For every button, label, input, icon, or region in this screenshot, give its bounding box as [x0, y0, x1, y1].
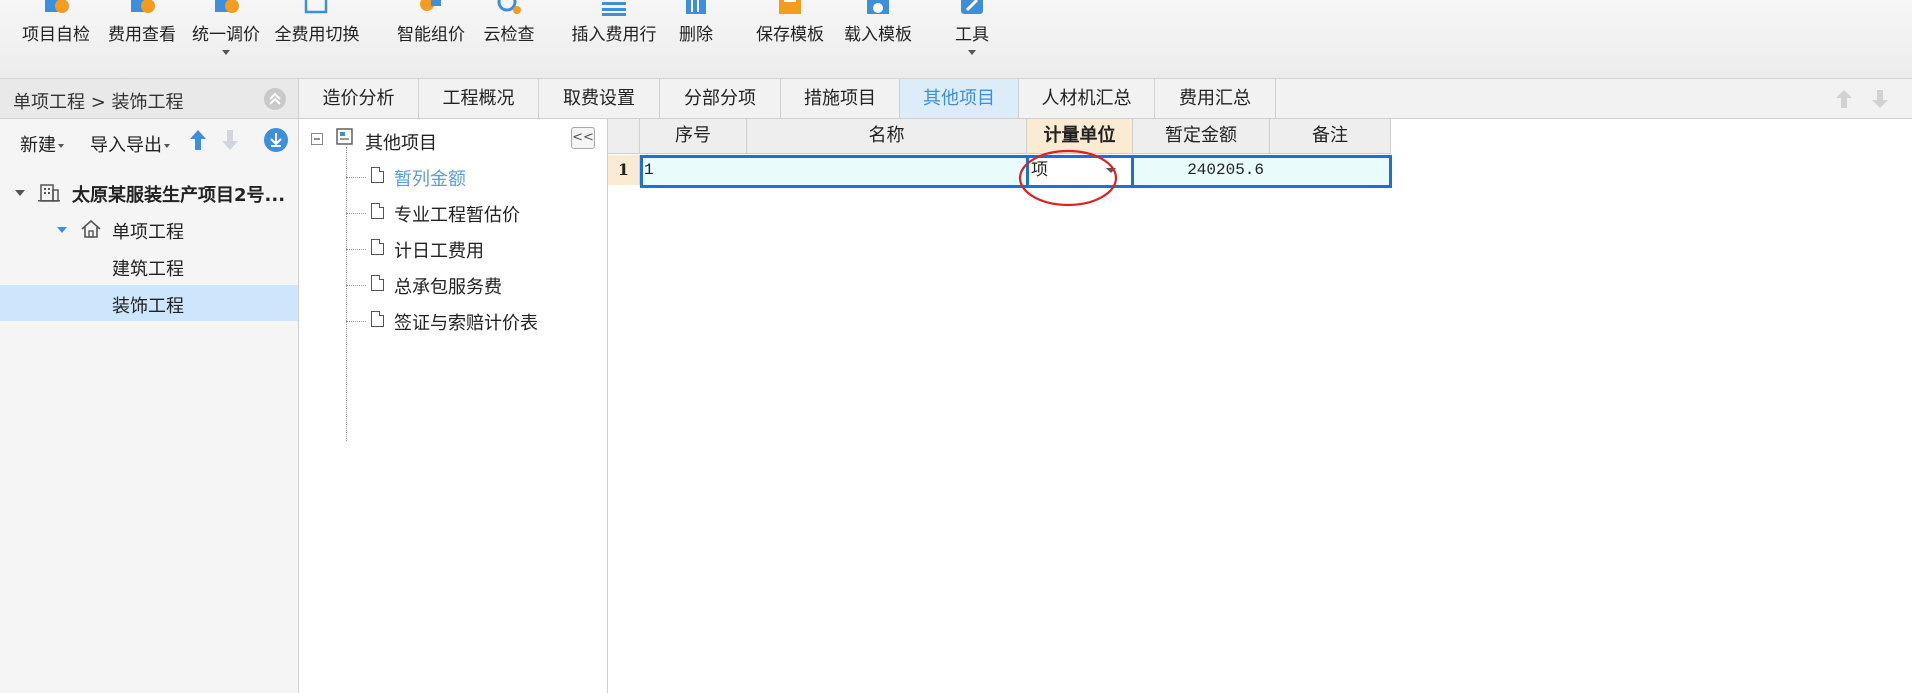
project-self-check-button[interactable]: 项目自检 — [18, 0, 94, 70]
save-template-button[interactable]: 保存模板 — [752, 0, 828, 70]
document-icon — [371, 239, 384, 255]
arrow-up-icon[interactable] — [1835, 89, 1853, 109]
column-header-name[interactable]: 名称 — [747, 119, 1027, 154]
tree-item-single-project[interactable]: 单项工程 — [0, 211, 298, 247]
collapse-panel-button[interactable]: << — [571, 127, 595, 149]
smart-price-icon — [417, 0, 445, 16]
import-export-dropdown-button[interactable]: 导入导出 — [90, 131, 170, 157]
tab-project-overview[interactable]: 工程概况 — [419, 79, 539, 118]
breadcrumb-text: 单项工程 > 装饰工程 — [13, 92, 184, 113]
tools-icon — [958, 0, 986, 16]
view-cost-icon — [128, 0, 156, 16]
tree-item-general-contract-fee[interactable]: 总承包服务费 — [394, 273, 502, 299]
building-icon — [38, 181, 60, 208]
chevron-down-icon — [58, 144, 64, 148]
tree-item-decoration-works[interactable]: 装饰工程 — [0, 285, 298, 321]
cloud-check-icon — [495, 0, 523, 16]
delete-icon — [682, 0, 710, 16]
full-cost-switch-button[interactable]: 全费用切换 — [271, 0, 363, 70]
tab-fee-settings[interactable]: 取费设置 — [539, 79, 660, 118]
view-cost-button[interactable]: 费用查看 — [104, 0, 180, 70]
arrow-down-icon[interactable] — [1871, 89, 1889, 109]
tree-item-professional-estimate[interactable]: 专业工程暂估价 — [394, 201, 520, 227]
tab-labor-material-summary[interactable]: 人材机汇总 — [1019, 79, 1155, 118]
download-icon[interactable] — [264, 128, 288, 157]
tab-cost-analysis[interactable]: 造价分析 — [299, 79, 419, 118]
tab-cost-summary[interactable]: 费用汇总 — [1155, 79, 1276, 118]
delete-button[interactable]: 删除 — [674, 0, 718, 70]
document-icon — [371, 275, 384, 291]
project-navigation-panel: 单项工程 > 装饰工程 新建 导入导出 太原某服装生产项目2号... 单项工程 … — [0, 79, 299, 693]
collapse-node-icon[interactable] — [311, 130, 323, 150]
switch-icon — [303, 0, 331, 16]
tree-item-other-items[interactable]: 其他项目 — [365, 129, 437, 155]
new-dropdown-button[interactable]: 新建 — [20, 131, 64, 157]
toolbar: 项目自检 费用查看 统一调价 全费用切换 智能组价 云检查 插入费用行 删除 保… — [0, 0, 1912, 79]
tab-sub-items[interactable]: 分部分项 — [660, 79, 781, 118]
tab-other-items[interactable]: 其他项目 — [900, 79, 1019, 118]
save-template-icon — [776, 0, 804, 16]
project-tree-toolbar: 新建 导入导出 — [0, 119, 298, 161]
load-template-icon — [864, 0, 892, 16]
document-icon — [371, 203, 384, 219]
chevron-down-icon — [968, 50, 976, 55]
tree-item-provisional-sum[interactable]: 暂列金额 — [394, 165, 466, 191]
insert-row-icon — [600, 0, 628, 16]
other-items-tree-panel: << 其他项目 暂列金额 专业工程暂估价 计日工费用 总承包服务费 签证与索赔计… — [299, 119, 608, 693]
tools-button[interactable]: 工具 — [950, 0, 994, 70]
corner-header — [608, 119, 640, 154]
column-header-seq[interactable]: 序号 — [640, 119, 747, 154]
document-icon — [371, 167, 384, 183]
insert-cost-row-button[interactable]: 插入费用行 — [566, 0, 662, 70]
document-icon — [371, 311, 384, 327]
load-template-button[interactable]: 载入模板 — [840, 0, 916, 70]
unified-price-adjust-button[interactable]: 统一调价 — [188, 0, 264, 70]
module-tabs: 造价分析 工程概况 取费设置 分部分项 措施项目 其他项目 人材机汇总 费用汇总 — [299, 79, 1912, 119]
annotation-circle — [1018, 149, 1118, 207]
chevron-down-icon — [164, 144, 170, 148]
row-number[interactable]: 1 — [608, 155, 640, 185]
tree-item-building-works[interactable]: 建筑工程 — [0, 248, 298, 284]
tree-item-visa-claims[interactable]: 签证与索赔计价表 — [394, 309, 538, 335]
column-header-amount[interactable]: 暂定金额 — [1133, 119, 1270, 154]
adjust-price-icon — [212, 0, 240, 16]
breadcrumb: 单项工程 > 装饰工程 — [0, 79, 298, 119]
home-icon — [80, 218, 102, 245]
chevron-down-icon — [222, 50, 230, 55]
cloud-check-button[interactable]: 云检查 — [477, 0, 541, 70]
collapse-up-icon[interactable] — [264, 88, 286, 110]
tree-item-project-root[interactable]: 太原某服装生产项目2号... — [0, 174, 298, 210]
column-header-remark[interactable]: 备注 — [1270, 119, 1391, 154]
check-doc-icon — [42, 0, 70, 16]
smart-pricing-button[interactable]: 智能组价 — [393, 0, 469, 70]
tree-item-daywork-cost[interactable]: 计日工费用 — [394, 237, 484, 263]
move-up-icon[interactable] — [189, 129, 207, 156]
tab-measures[interactable]: 措施项目 — [781, 79, 900, 118]
expand-caret-icon[interactable] — [57, 227, 67, 233]
move-down-icon[interactable] — [221, 129, 239, 156]
expand-caret-icon[interactable] — [15, 190, 25, 196]
